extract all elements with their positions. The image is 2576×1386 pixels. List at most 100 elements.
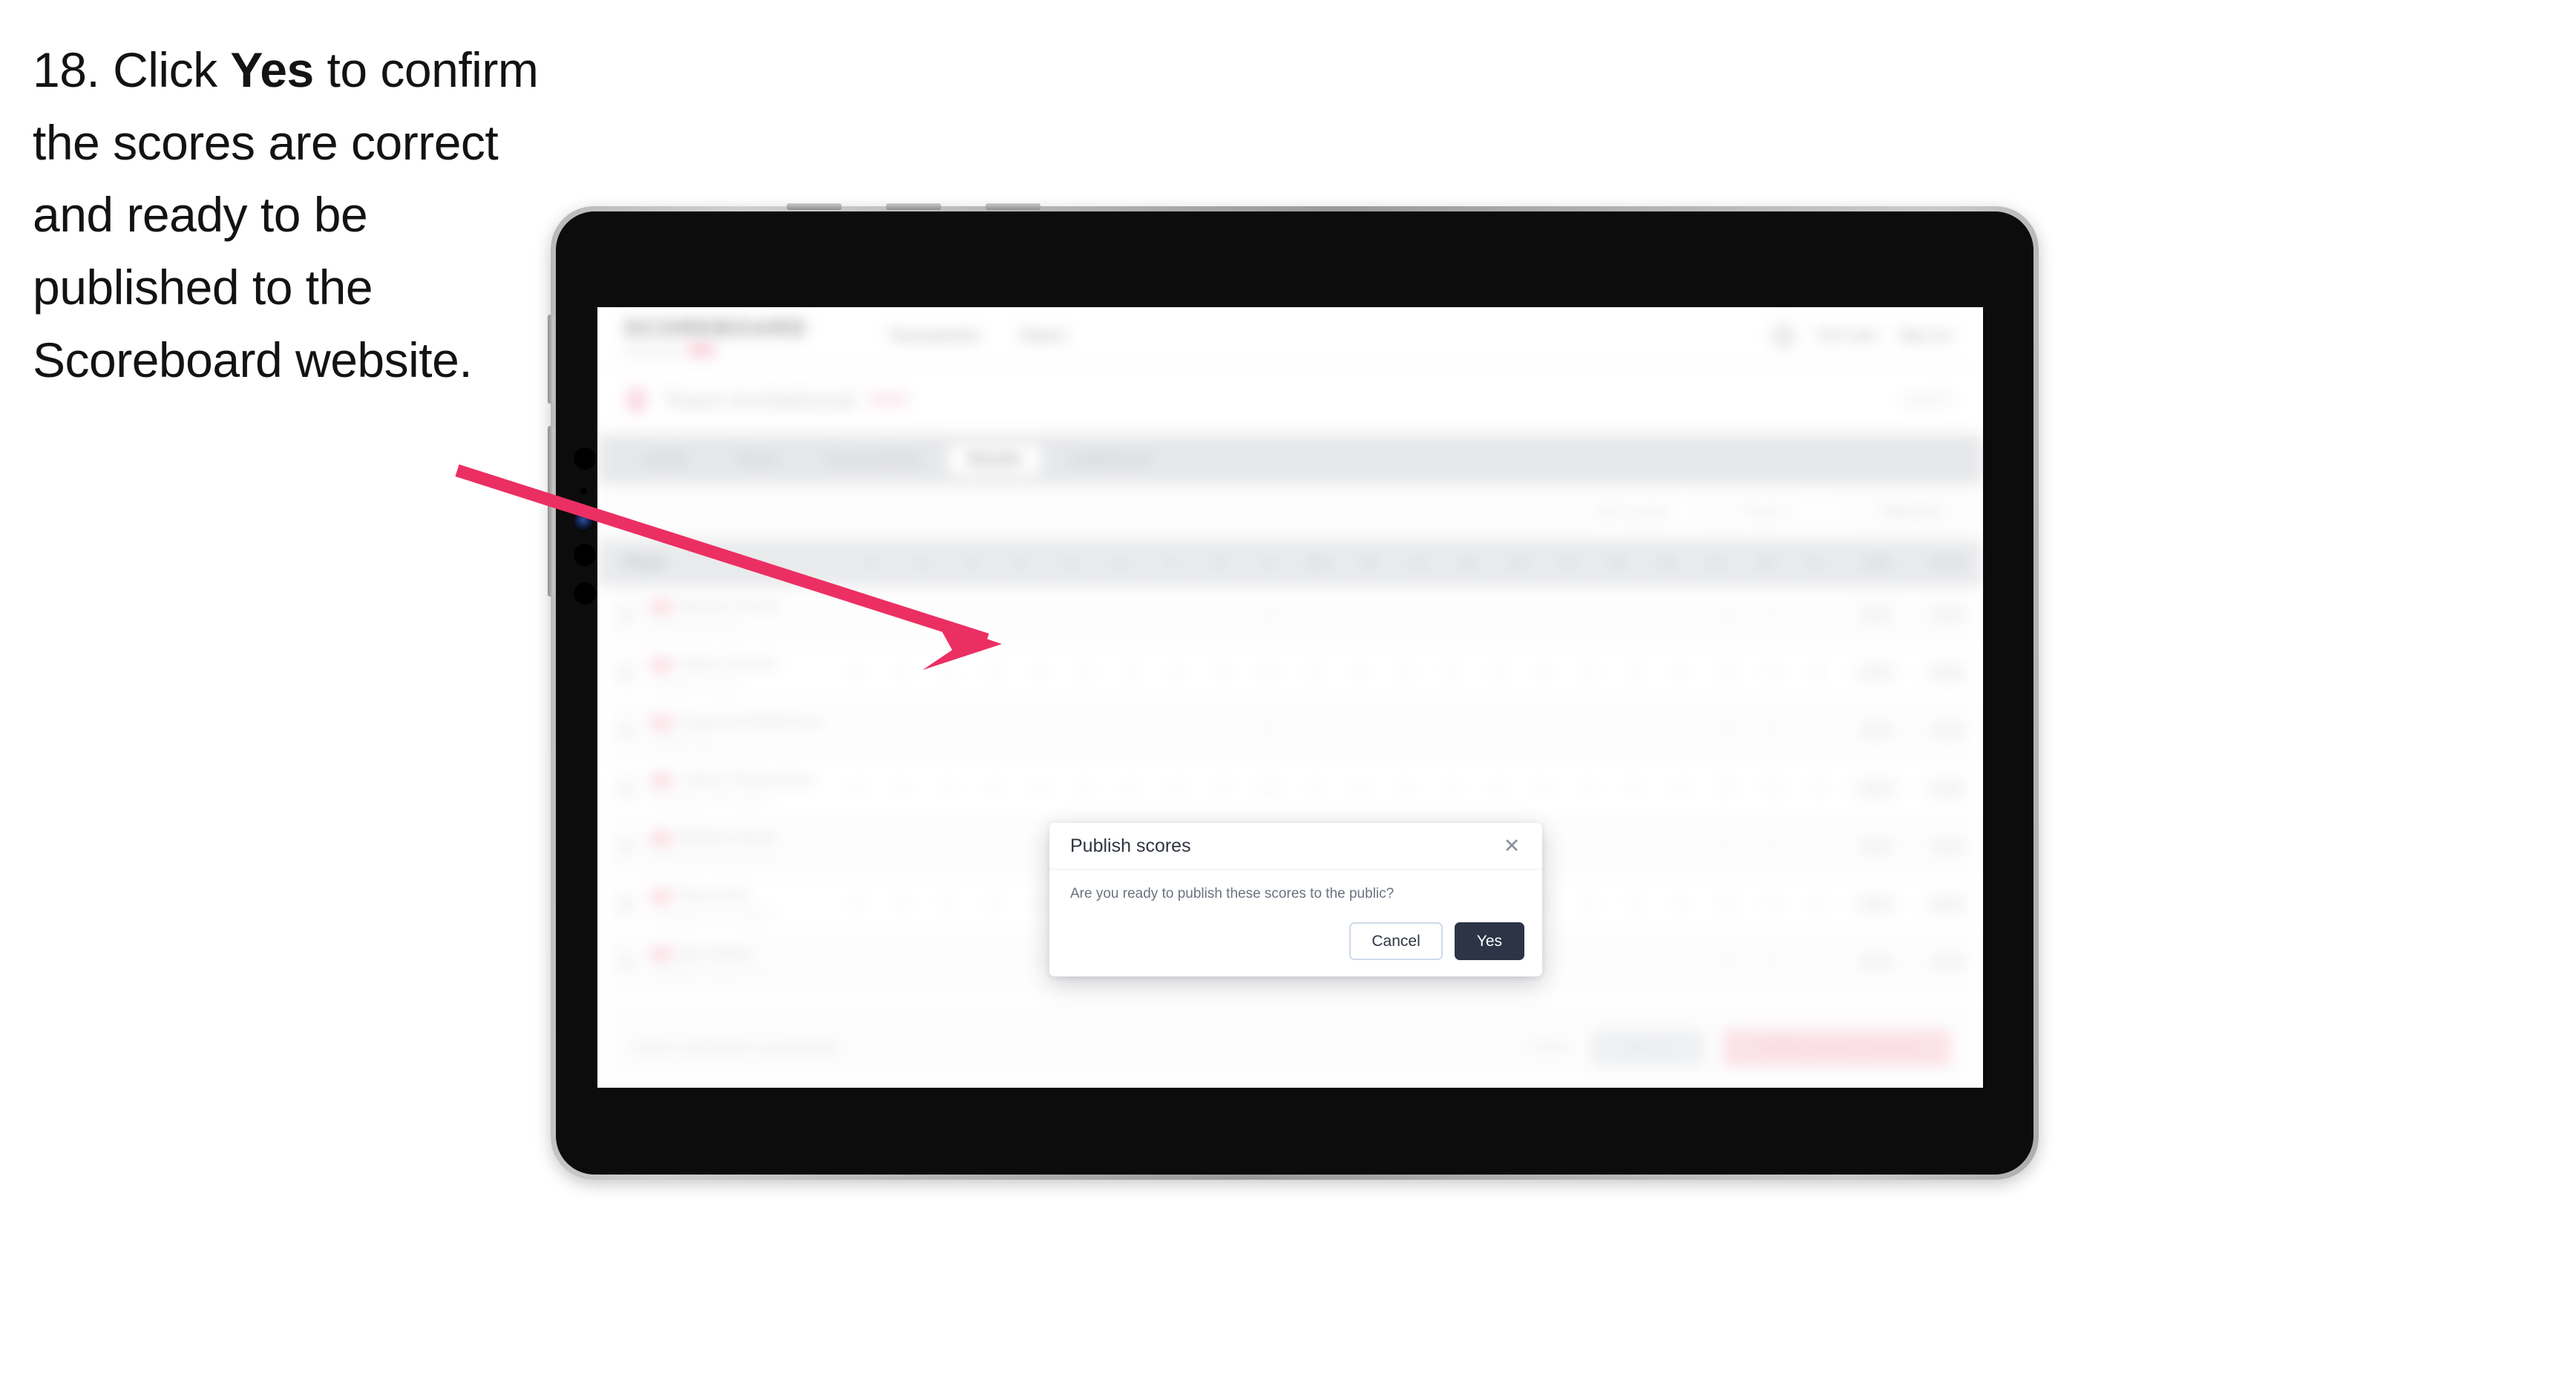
score-cell[interactable]: 5 [925,896,971,912]
score-cell[interactable]: 36 [1245,607,1291,623]
score-cell[interactable]: 5 [1108,781,1154,796]
row-checkbox[interactable] [615,661,638,684]
score-cell[interactable]: 4 [1475,781,1521,796]
score-cell[interactable]: 4 [833,896,879,912]
score-cell[interactable]: 5 [1062,665,1108,680]
score-cell[interactable]: 4 [971,896,1017,912]
score-cell[interactable]: 4 [1566,781,1612,796]
yes-button[interactable]: Yes [1454,922,1524,960]
score-cell[interactable]: 4 [1566,723,1612,738]
score-cell[interactable]: 4 [1200,723,1246,738]
score-cell[interactable]: 4 [971,954,1017,970]
score-cell[interactable]: 4 [1017,781,1063,796]
score-cell[interactable]: 4 [1612,607,1658,623]
score-cell[interactable]: 37 [1245,665,1291,680]
score-cell[interactable]: 4 [1383,665,1429,680]
footer-cancel-link[interactable]: Cancel [1528,1040,1572,1056]
score-cell[interactable]: 4 [879,954,925,970]
save-all-button[interactable]: Save all [1591,1029,1704,1066]
score-cell[interactable]: 5 [833,838,879,854]
score-cell[interactable]: 3 [879,607,925,623]
score-cell[interactable]: 37 [1703,838,1749,854]
score-cell[interactable]: 37 [1245,723,1291,738]
score-cell[interactable]: 4 [925,665,971,680]
score-cell[interactable]: 37 [1703,781,1749,796]
close-icon[interactable]: ✕ [1499,833,1524,858]
score-cell[interactable]: 5 [925,607,971,623]
score-cell[interactable]: 4 [1154,607,1200,623]
score-cell[interactable]: 35 [1703,665,1749,680]
score-cell[interactable]: 4 [1612,665,1658,680]
score-cell[interactable]: 4 [1291,781,1337,796]
score-cell[interactable]: 4 [879,838,925,854]
score-cell[interactable]: 5 [925,954,971,970]
tablet-button-top-2[interactable] [886,203,941,210]
kebab-menu-icon[interactable]: ⋮ [1952,503,1964,521]
row-checkbox[interactable] [615,835,638,858]
row-checkbox[interactable] [615,893,638,916]
score-cell[interactable]: 4 [833,607,879,623]
score-cell[interactable]: 5 [833,954,879,970]
tab-courses-holes[interactable]: Courses/Holes [805,444,941,475]
score-cell[interactable]: 3 [1612,723,1658,738]
score-cell[interactable]: 5 [1291,723,1337,738]
score-cell[interactable]: 5 [1383,781,1429,796]
tablet-volume-up-button[interactable] [548,315,554,404]
score-cell[interactable]: 4 [1429,723,1475,738]
score-cell[interactable]: 4 [971,781,1017,796]
score-cell[interactable]: 5 [879,781,925,796]
score-cell[interactable]: 3 [1154,665,1200,680]
round-select[interactable]: Round 1 ▾ [1730,496,1867,528]
sign-out-link[interactable]: Sign out [1898,328,1950,344]
filter-by-team-select[interactable]: Filter by team ▾ [1580,496,1717,528]
score-cell[interactable]: 4 [1017,665,1063,680]
nav-item-tournaments[interactable]: Tournaments [889,327,979,345]
score-cell[interactable]: 5 [833,665,879,680]
sort-control[interactable]: Totals only ⋮ [1881,497,1964,527]
tab-details[interactable]: Details [624,444,708,475]
score-cell[interactable]: 5 [1566,607,1612,623]
score-cell[interactable]: 5 [1429,665,1475,680]
score-cell[interactable]: 4 [1429,607,1475,623]
score-cell[interactable]: 4 [1337,665,1383,680]
score-cell[interactable]: 4 [1291,607,1337,623]
score-cell[interactable]: 5 [1383,607,1429,623]
score-cell[interactable]: 4 [971,723,1017,738]
score-cell[interactable]: 4 [971,607,1017,623]
score-cell[interactable]: 4 [833,781,879,796]
score-cell[interactable]: 4 [1612,896,1658,912]
score-cell[interactable]: 5 [1200,665,1246,680]
cancel-button[interactable]: Cancel [1349,922,1443,960]
table-row[interactable]: Oliver Parnell Lakeview Country 5 4 4 3 4 5 4 3 5 3… [597,644,1983,702]
nav-item-teams[interactable]: Teams [1019,327,1065,345]
tablet-button-top-3[interactable] [986,203,1040,210]
score-cell[interactable]: 4 [1612,838,1658,854]
score-cell[interactable]: 4 [1657,781,1703,796]
row-checkbox[interactable] [615,719,638,742]
score-cell[interactable]: 4 [879,665,925,680]
score-cell[interactable]: 4 [833,723,879,738]
score-cell[interactable]: 4 [1291,665,1337,680]
table-row[interactable]: Cameron Robertson Hillside Links 4 4 5 4 3 4 4 5 4… [597,702,1983,760]
table-row[interactable]: Callum Richardson Brookmoor Golf Society 4… [597,760,1983,818]
tablet-button-top-1[interactable] [787,203,842,210]
score-cell[interactable]: 39 [1703,954,1749,970]
score-cell[interactable]: 3 [1520,607,1566,623]
score-cell[interactable]: 38 [1245,781,1291,796]
search-input[interactable] [624,496,1567,528]
score-cell[interactable]: 4 [925,838,971,854]
score-cell[interactable]: 4 [1108,665,1154,680]
score-cell[interactable]: 4 [879,896,925,912]
brand[interactable]: SCOREBOARD Tournaments Beta [624,316,807,356]
tab-teams[interactable]: Teams [715,444,798,475]
score-cell[interactable]: 38 [1703,896,1749,912]
score-cell[interactable]: 4 [1657,723,1703,738]
score-cell[interactable]: 5 [1200,781,1246,796]
score-cell[interactable]: 36 [1703,723,1749,738]
score-cell[interactable]: 5 [1520,723,1566,738]
score-cell[interactable]: 3 [1062,781,1108,796]
score-cell[interactable]: 4 [1566,954,1612,970]
score-cell[interactable]: 3 [1017,723,1063,738]
score-cell[interactable]: 5 [1612,954,1658,970]
score-cell[interactable]: 4 [925,781,971,796]
